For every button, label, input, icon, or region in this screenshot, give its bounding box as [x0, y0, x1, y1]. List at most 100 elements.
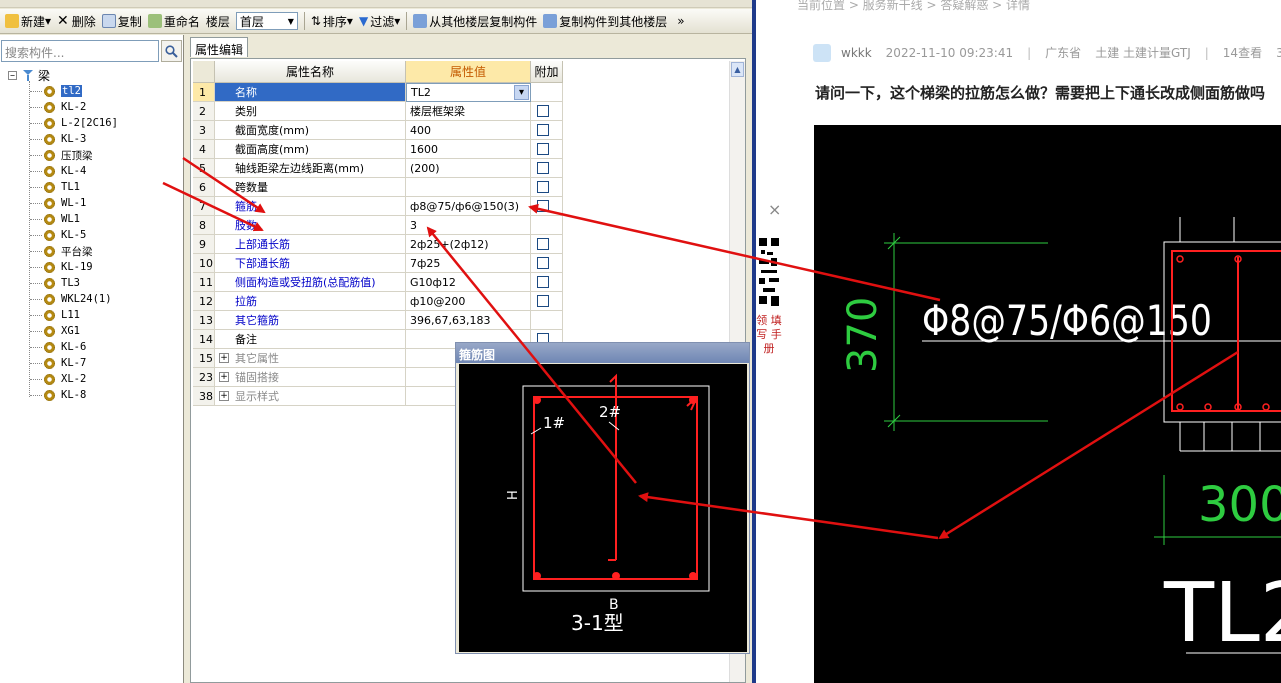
property-value[interactable]: 400	[406, 121, 531, 140]
property-row[interactable]: 13 其它箍筋 396,67,63,183	[193, 311, 563, 330]
tree-item-label: WL-1	[61, 197, 87, 209]
extra-checkbox[interactable]	[537, 257, 549, 269]
property-value[interactable]: ф10@200	[406, 292, 531, 311]
property-row[interactable]: 5 轴线距梁左边线距离(mm) (200)	[193, 159, 563, 178]
property-row[interactable]: 12 拉筋 ф10@200	[193, 292, 563, 311]
property-value[interactable]: 7ф25	[406, 254, 531, 273]
expand-icon[interactable]: +	[219, 353, 229, 363]
tree-item[interactable]: WL1	[30, 211, 80, 227]
extra-checkbox[interactable]	[537, 124, 549, 136]
tree-item[interactable]: KL-7	[30, 355, 86, 371]
property-value[interactable]: 1600	[406, 140, 531, 159]
delete-button[interactable]: ✕ 删除	[54, 11, 99, 32]
tab-property-edit[interactable]: 属性编辑	[190, 37, 248, 57]
post-views: 14查看	[1222, 46, 1263, 60]
extra-checkbox[interactable]	[537, 276, 549, 288]
property-row[interactable]: 10 下部通长筋 7ф25	[193, 254, 563, 273]
property-value[interactable]: G10ф12	[406, 273, 531, 292]
property-name: 上部通长筋	[215, 235, 406, 254]
property-value[interactable]: 楼层框架梁	[406, 102, 531, 121]
stirrup-canvas: 1# 2# H B 3-1型	[459, 364, 747, 652]
property-value[interactable]: 3	[406, 216, 531, 235]
toolbar-overflow-button[interactable]: »	[674, 11, 687, 32]
post-region: 广东省	[1045, 46, 1082, 60]
tree-item[interactable]: 平台梁	[30, 243, 93, 259]
filter-button[interactable]: ▼ 过滤 ▾	[356, 11, 403, 32]
post-replies: 3回	[1276, 46, 1281, 60]
row-number: 8	[193, 216, 215, 235]
property-value[interactable]	[406, 178, 531, 197]
rename-button[interactable]: 重命名	[145, 11, 203, 32]
post-tags[interactable]: 土建 土建计量GTJ	[1095, 44, 1191, 61]
property-value-text: 396,67,63,183	[410, 313, 491, 327]
avatar[interactable]	[813, 44, 831, 62]
beam-component-icon	[44, 133, 55, 145]
extra-checkbox[interactable]	[537, 200, 549, 212]
search-button[interactable]	[161, 40, 182, 62]
scroll-up-button[interactable]: ▲	[731, 62, 744, 77]
property-row[interactable]: 8 肢数 3	[193, 216, 563, 235]
property-row[interactable]: 3 截面宽度(mm) 400	[193, 121, 563, 140]
property-value[interactable]: 396,67,63,183	[406, 311, 531, 330]
extra-checkbox[interactable]	[537, 105, 549, 117]
leader-2	[608, 421, 620, 431]
property-row[interactable]: 4 截面高度(mm) 1600	[193, 140, 563, 159]
property-row[interactable]: 7 箍筋 ф8@75/ф6@150(3)	[193, 197, 563, 216]
copy-from-floor-button[interactable]: 从其他楼层复制构件	[410, 11, 540, 32]
property-row[interactable]: 2 类别 楼层框架梁	[193, 102, 563, 121]
copy-to-floor-button[interactable]: 复制构件到其他楼层	[540, 11, 670, 32]
expand-icon[interactable]: +	[219, 372, 229, 382]
tree-connector	[30, 106, 42, 108]
sort-button[interactable]: ⇅ 排序 ▾	[308, 11, 356, 32]
post-author[interactable]: wkkk	[841, 46, 872, 60]
close-icon[interactable]: ×	[768, 200, 781, 219]
sort-icon: ⇅	[310, 14, 321, 28]
tree-item[interactable]: KL-5	[30, 227, 86, 243]
property-name: 其它箍筋	[215, 311, 406, 330]
property-value[interactable]: 2ф25+(2ф12)	[406, 235, 531, 254]
tree-connector	[30, 250, 42, 252]
dropdown-button[interactable]: ▾	[514, 85, 529, 100]
tree-item[interactable]: WKL24(1)	[30, 291, 112, 307]
property-row[interactable]: 9 上部通长筋 2ф25+(2ф12)	[193, 235, 563, 254]
tree-item[interactable]: L11	[30, 307, 80, 323]
side-promo-text[interactable]: 领 填写 手册	[756, 314, 782, 356]
tree-item-label: tl2	[61, 85, 82, 97]
extra-checkbox[interactable]	[537, 295, 549, 307]
extra-checkbox[interactable]	[537, 181, 549, 193]
tree-item[interactable]: WL-1	[30, 195, 86, 211]
beam-component-icon	[44, 373, 55, 385]
tree-item[interactable]: TL3	[30, 275, 80, 291]
property-value[interactable]: TL2 ▾	[406, 83, 531, 102]
tree-item[interactable]: KL-3	[30, 131, 86, 147]
tree-item[interactable]: XG1	[30, 323, 80, 339]
floor-select[interactable]: 首层 ▼	[235, 12, 298, 30]
stirrup-diagram-window: 箍筋图 1# 2# H B 3-1型	[455, 342, 750, 654]
expand-icon[interactable]: +	[219, 391, 229, 401]
property-row[interactable]: 11 侧面构造或受扭筋(总配筋值) G10ф12	[193, 273, 563, 292]
tree-item[interactable]: KL-19	[30, 259, 93, 275]
property-row[interactable]: 6 跨数量	[193, 178, 563, 197]
tree-item[interactable]: KL-8	[30, 387, 86, 403]
property-value[interactable]: (200)	[406, 159, 531, 178]
tree-item[interactable]: TL1	[30, 179, 80, 195]
collapse-icon[interactable]: −	[8, 70, 17, 80]
property-row[interactable]: 1 名称 TL2 ▾	[193, 83, 563, 102]
extra-checkbox[interactable]	[537, 162, 549, 174]
extra-checkbox[interactable]	[537, 238, 549, 250]
tree-item[interactable]: L-2[2C16]	[30, 115, 118, 131]
tree-item[interactable]: KL-6	[30, 339, 86, 355]
property-value[interactable]: ф8@75/ф6@150(3)	[406, 197, 531, 216]
tree-item[interactable]: KL-4	[30, 163, 86, 179]
floor-label: 楼层	[205, 14, 230, 29]
tree-item[interactable]: 压顶梁	[30, 147, 93, 163]
corner-bar	[689, 572, 697, 580]
tree-item[interactable]: tl2	[30, 83, 82, 99]
copy-button[interactable]: 复制	[99, 11, 145, 32]
search-input[interactable]: 搜索构件...	[1, 40, 159, 62]
tree-item[interactable]: XL-2	[30, 371, 86, 387]
extra-checkbox[interactable]	[537, 143, 549, 155]
tree-item[interactable]: KL-2	[30, 99, 86, 115]
new-button[interactable]: 新建 ▾	[2, 11, 54, 32]
property-name: + 其它属性	[215, 349, 406, 368]
